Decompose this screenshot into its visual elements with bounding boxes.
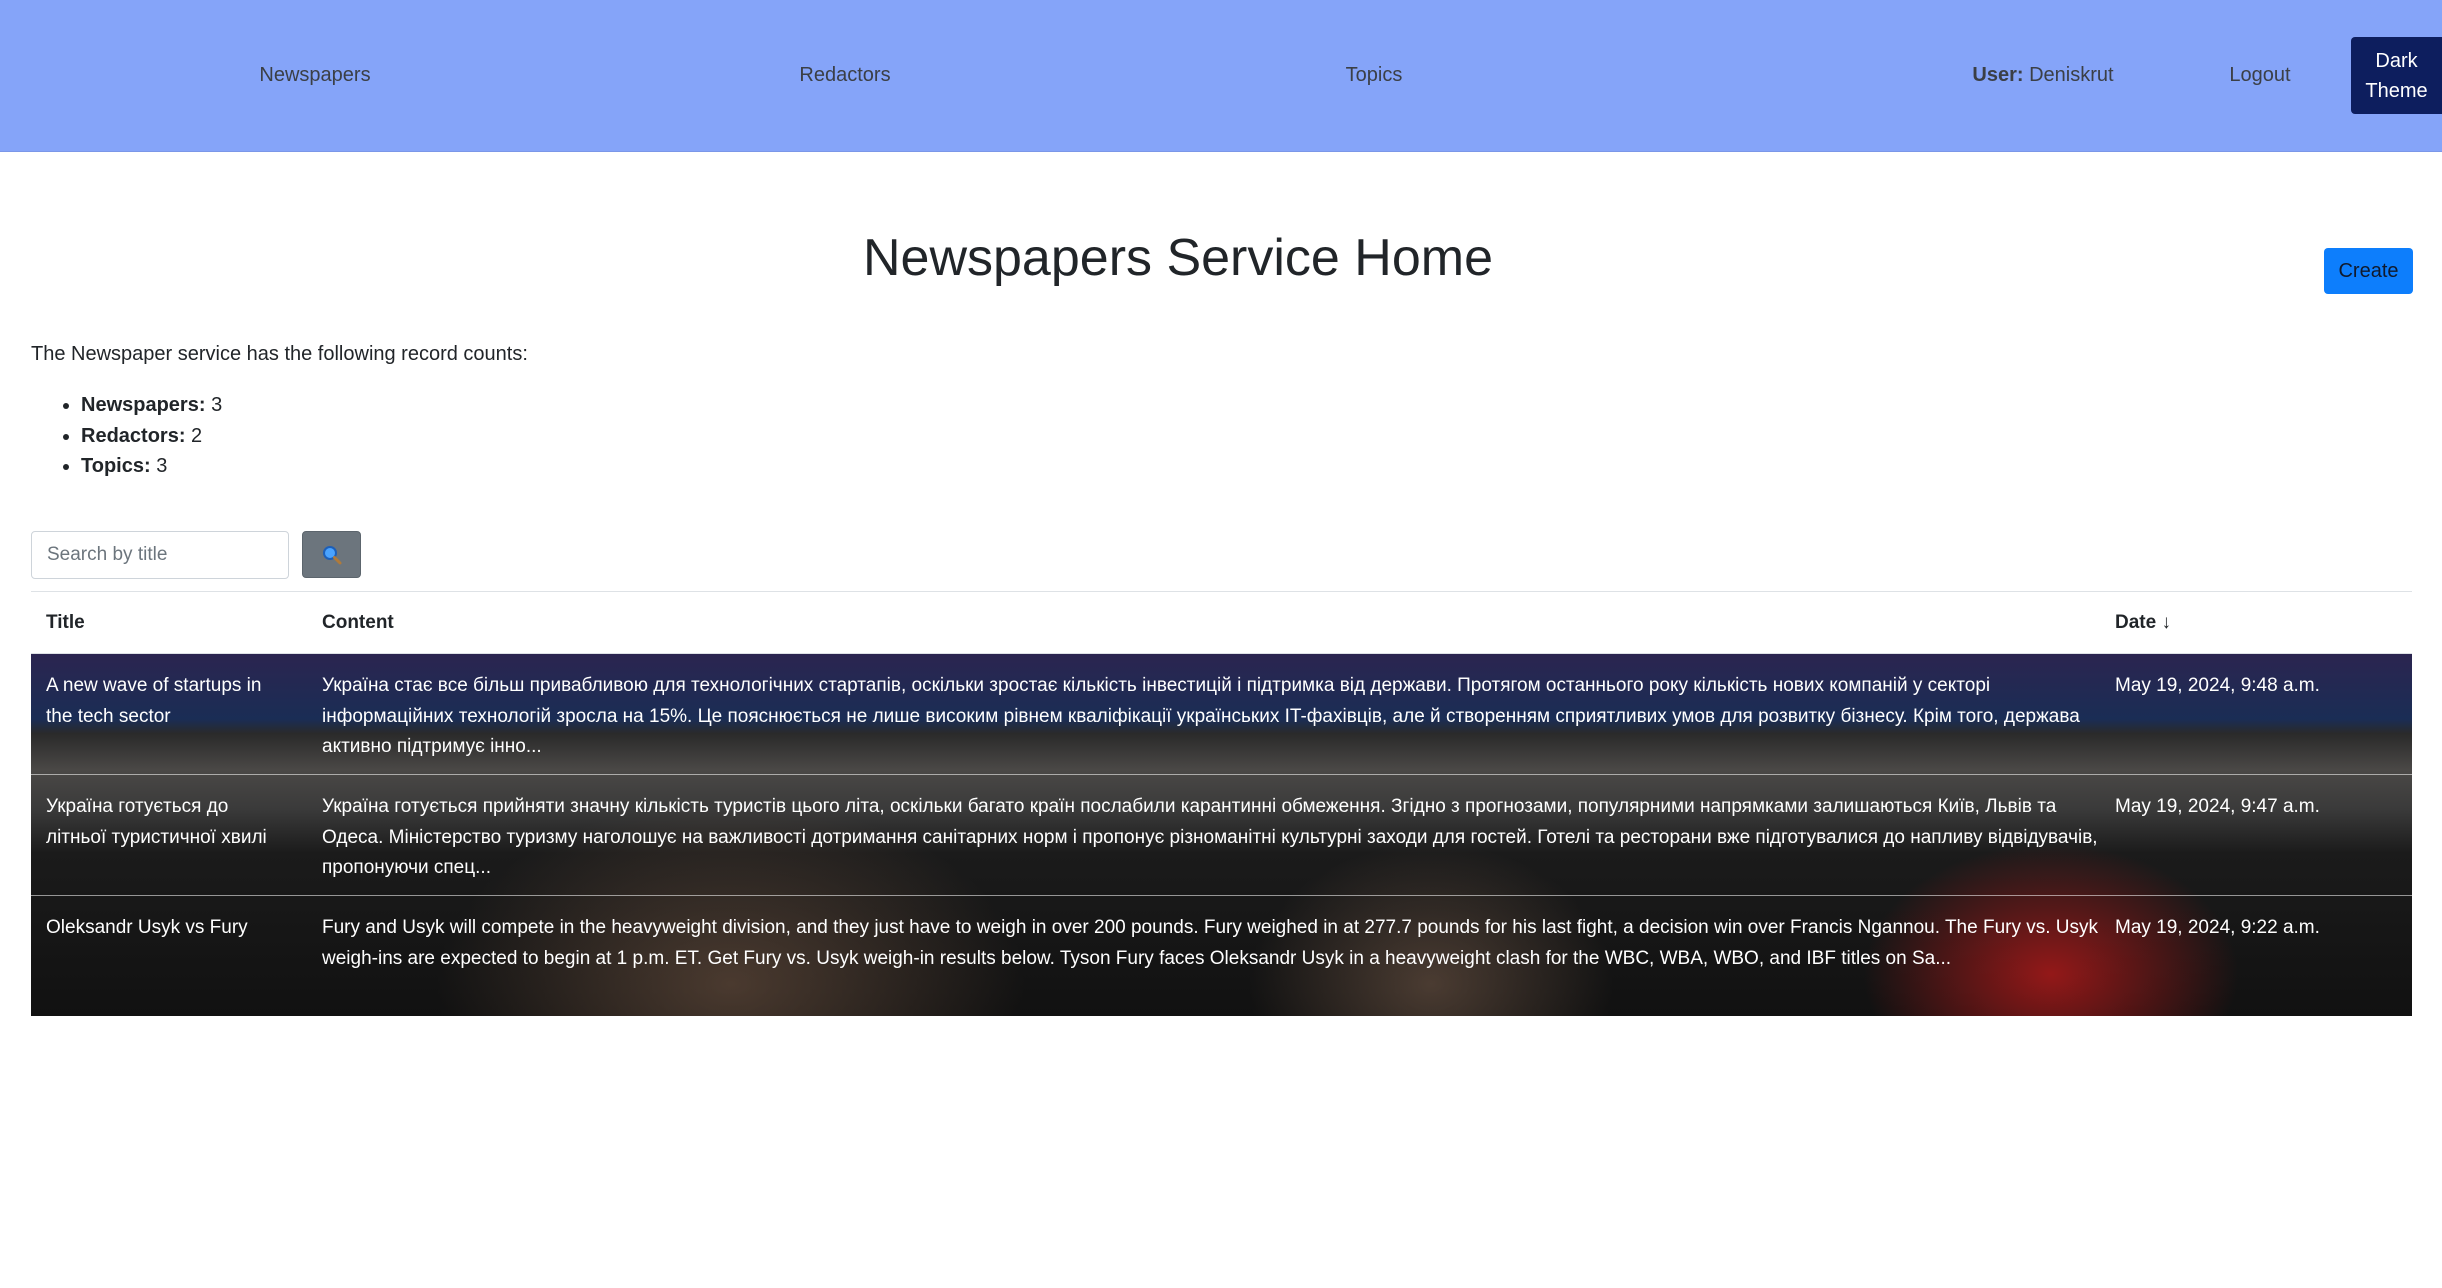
page-title: Newspapers Service Home (862, 229, 1494, 287)
table-header: Title Content Date ↓ (31, 591, 2412, 654)
row-title[interactable]: Oleksandr Usyk vs Fury (46, 913, 286, 944)
table-body: A new wave of startups in the tech secto… (31, 654, 2412, 1016)
top-navbar: Newspapers Redactors Topics User: Denisk… (0, 0, 2442, 152)
row-title[interactable]: A new wave of startups in the tech secto… (46, 671, 286, 732)
row-date: May 19, 2024, 9:48 a.m. (2115, 675, 2320, 696)
row-content: Україна готується прийняти значну кількі… (322, 796, 2098, 878)
column-header-content[interactable]: Content (322, 592, 394, 653)
row-date: May 19, 2024, 9:47 a.m. (2115, 796, 2320, 817)
nav-link-newspapers[interactable]: Newspapers (259, 0, 370, 151)
row-title[interactable]: Україна готується до літньої туристичної… (46, 792, 286, 853)
table-row[interactable]: A new wave of startups in the tech secto… (31, 654, 2412, 775)
count-value: 2 (191, 424, 203, 447)
record-counts-list: Newspapers: 3 Redactors: 2 Topics: 3 (50, 390, 222, 482)
nav-link-redactors[interactable]: Redactors (799, 0, 890, 151)
search-button[interactable] (302, 531, 361, 578)
column-header-title[interactable]: Title (46, 592, 85, 653)
count-label: Redactors: (81, 424, 186, 447)
count-label: Newspapers: (81, 394, 206, 416)
count-value: 3 (211, 394, 223, 416)
column-header-date[interactable]: Date ↓ (2115, 592, 2171, 653)
user-label: User: (1972, 64, 2024, 86)
dark-theme-label-line1: Dark (2375, 49, 2418, 72)
count-label: Topics: (81, 455, 151, 477)
count-item-redactors: Redactors: 2 (81, 421, 222, 452)
search-input[interactable] (31, 531, 289, 579)
record-counts-intro: The Newspaper service has the following … (31, 343, 528, 365)
count-item-topics: Topics: 3 (81, 451, 222, 482)
username: Deniskrut (2029, 64, 2114, 86)
row-content: Україна стає все більш привабливою для т… (322, 675, 2080, 757)
newspapers-table: Title Content Date ↓ A new wave of start… (31, 591, 2412, 1016)
current-user: User: Deniskrut (1972, 0, 2113, 151)
table-row[interactable]: Україна готується до літньої туристичної… (31, 775, 2412, 896)
nav-link-logout[interactable]: Logout (2229, 0, 2290, 151)
dark-theme-button[interactable]: Dark Theme (2351, 37, 2442, 114)
row-date: May 19, 2024, 9:22 a.m. (2115, 917, 2320, 938)
dark-theme-label-line2: Theme (2365, 79, 2428, 102)
table-row[interactable]: Oleksandr Usyk vs Fury Fury and Usyk wil… (31, 896, 2412, 1016)
search-icon (322, 545, 341, 564)
create-button[interactable]: Create (2324, 248, 2413, 294)
nav-link-topics[interactable]: Topics (1346, 0, 1403, 151)
count-value: 3 (156, 455, 168, 477)
row-content: Fury and Usyk will compete in the heavyw… (322, 917, 2099, 969)
count-item-newspapers: Newspapers: 3 (81, 390, 222, 421)
